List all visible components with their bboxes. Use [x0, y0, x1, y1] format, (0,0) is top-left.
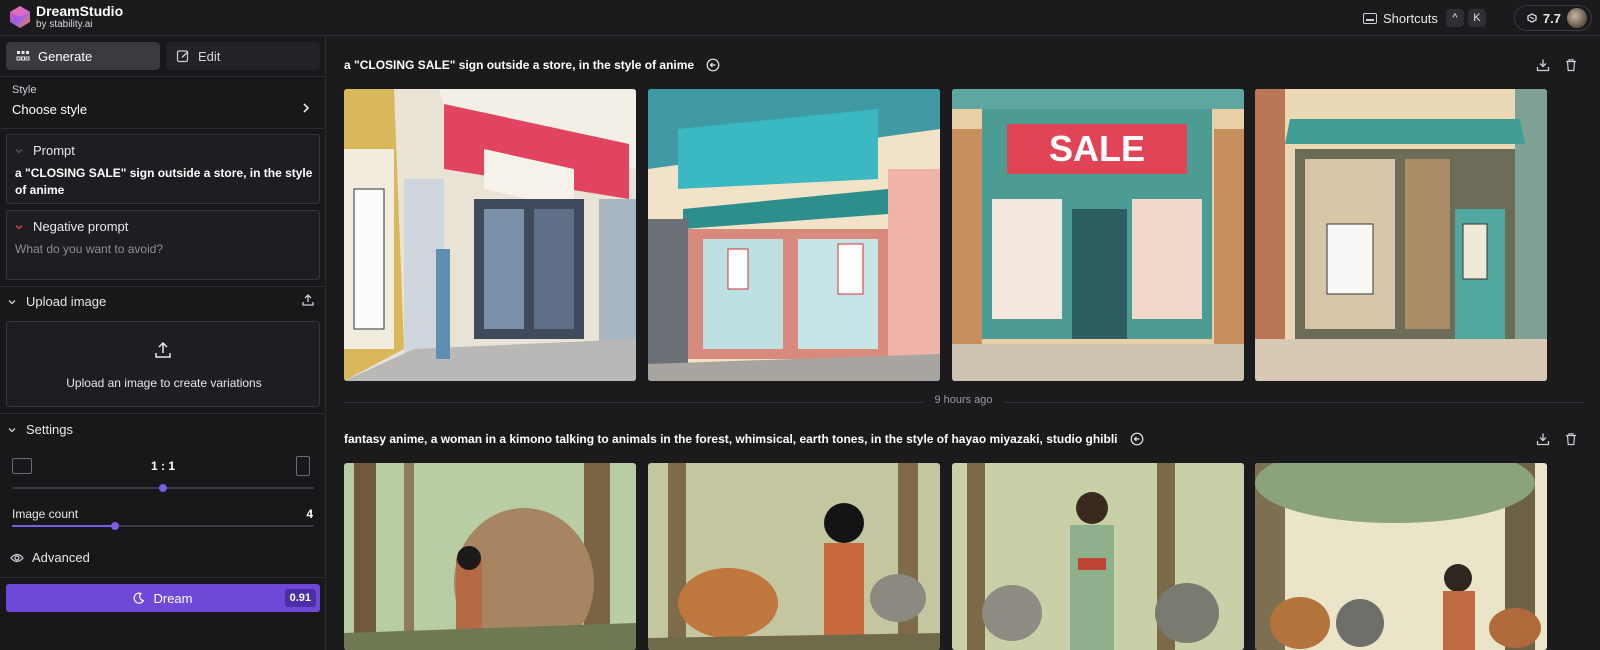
chevron-down-icon	[15, 224, 23, 229]
moon-icon	[134, 592, 145, 604]
upload-image-label: Upload image	[26, 294, 107, 309]
dream-cost-badge: 0.91	[284, 589, 316, 607]
generated-image[interactable]	[344, 89, 636, 381]
time-separator: 9 hours ago	[327, 394, 1600, 406]
divider	[0, 413, 326, 414]
shortcut-key-ctrl: ^	[1445, 9, 1464, 27]
generation-prompt-text: fantasy anime, a woman in a kimono talki…	[344, 432, 1118, 446]
settings-label: Settings	[26, 422, 73, 437]
dream-label: Dream	[153, 590, 193, 606]
sidebar: Generate Edit Style Choose style Prompt …	[0, 36, 326, 650]
image-count-label: Image count	[12, 507, 79, 521]
tab-generate[interactable]: Generate	[6, 42, 160, 70]
negative-prompt-input[interactable]: What do you want to avoid?	[15, 242, 163, 256]
style-value: Choose style	[12, 102, 88, 117]
image-count-value: 4	[306, 507, 313, 521]
upload-icon	[155, 341, 171, 358]
generated-image[interactable]	[1255, 89, 1547, 381]
divider	[0, 286, 326, 287]
generated-image[interactable]: SALE	[952, 89, 1244, 381]
prompt-input[interactable]: a "CLOSING SALE" sign outside a store, i…	[15, 165, 315, 199]
eye-icon	[10, 553, 24, 562]
grid-icon	[16, 51, 30, 61]
divider	[0, 76, 326, 77]
chevron-down-icon	[8, 299, 16, 304]
avatar[interactable]	[1567, 8, 1587, 28]
chevron-down-icon	[8, 427, 16, 432]
prompt-header[interactable]: Prompt	[15, 143, 75, 158]
generation-prompt: fantasy anime, a woman in a kimono talki…	[344, 432, 1144, 446]
shortcuts-button[interactable]: Shortcuts	[1383, 11, 1438, 26]
sign-text: SALE	[1049, 128, 1145, 169]
mode-tabs: Generate Edit	[6, 42, 320, 70]
generation-prompt-text: a "CLOSING SALE" sign outside a store, i…	[344, 58, 695, 72]
upload-image-header[interactable]: Upload image	[8, 294, 106, 309]
upload-hint: Upload an image to create variations	[66, 376, 262, 390]
aspect-ratio-value: 1 : 1	[150, 459, 175, 473]
download-icon[interactable]	[1536, 432, 1550, 446]
generation-prompt: a "CLOSING SALE" sign outside a store, i…	[344, 58, 720, 72]
app-subtitle: by stability.ai	[36, 19, 93, 30]
prompt-label: Prompt	[33, 143, 75, 158]
trash-icon[interactable]	[1564, 432, 1578, 446]
divider	[0, 577, 326, 578]
shortcut-key-k: K	[1467, 9, 1486, 27]
portrait-aspect-icon[interactable]	[296, 456, 310, 476]
advanced-toggle[interactable]: Advanced	[10, 550, 90, 565]
negative-prompt-label: Negative prompt	[33, 219, 129, 234]
top-right-controls: Shortcuts ^ K 7.7	[1363, 5, 1592, 31]
download-icon[interactable]	[1536, 58, 1550, 72]
generation-actions	[1536, 58, 1578, 72]
image-count-slider-thumb[interactable]	[110, 522, 119, 530]
image-count-slider[interactable]	[12, 522, 314, 530]
generation-actions	[1536, 432, 1578, 446]
dreamstudio-logo[interactable]	[8, 5, 32, 29]
top-bar: DreamStudio by stability.ai Shortcuts ^ …	[0, 0, 1600, 36]
credits-badge[interactable]: 7.7	[1513, 5, 1592, 31]
credits-icon	[1527, 13, 1537, 23]
aspect-ratio-slider-thumb[interactable]	[159, 484, 167, 492]
generated-image[interactable]	[952, 463, 1244, 650]
keyboard-icon[interactable]	[1363, 12, 1377, 24]
tab-edit[interactable]: Edit	[166, 42, 320, 70]
negative-prompt-box[interactable]: Negative prompt What do you want to avoi…	[6, 210, 320, 280]
prompt-box[interactable]: Prompt a "CLOSING SALE" sign outside a s…	[6, 134, 320, 204]
chevron-down-icon	[15, 148, 23, 153]
style-label: Style	[12, 84, 37, 96]
reuse-prompt-icon[interactable]	[1130, 432, 1144, 446]
divider	[0, 128, 326, 129]
trash-icon[interactable]	[1564, 58, 1578, 72]
tab-generate-label: Generate	[38, 48, 93, 64]
edit-icon	[176, 50, 189, 63]
generated-image[interactable]	[648, 463, 940, 650]
tab-edit-label: Edit	[198, 48, 221, 64]
credits-value: 7.7	[1542, 10, 1561, 26]
settings-header[interactable]: Settings	[8, 422, 73, 437]
image-count-slider-fill	[12, 525, 115, 527]
reuse-prompt-icon[interactable]	[706, 58, 720, 72]
generated-image[interactable]	[648, 89, 940, 381]
app-name: DreamStudio	[36, 3, 124, 19]
chevron-right-icon	[303, 103, 310, 113]
generation-feed: a "CLOSING SALE" sign outside a store, i…	[327, 36, 1600, 650]
negative-prompt-header[interactable]: Negative prompt	[15, 219, 128, 234]
aspect-ratio-slider[interactable]	[12, 484, 314, 492]
dream-button[interactable]: Dream 0.91	[6, 584, 320, 612]
upload-icon[interactable]	[301, 293, 315, 307]
generated-image[interactable]	[344, 463, 636, 650]
time-separator-text: 9 hours ago	[924, 394, 1003, 406]
generated-image[interactable]	[1255, 463, 1547, 650]
upload-dropzone[interactable]: Upload an image to create variations	[6, 321, 320, 407]
advanced-label: Advanced	[32, 550, 90, 565]
brand: DreamStudio by stability.ai	[36, 3, 123, 31]
